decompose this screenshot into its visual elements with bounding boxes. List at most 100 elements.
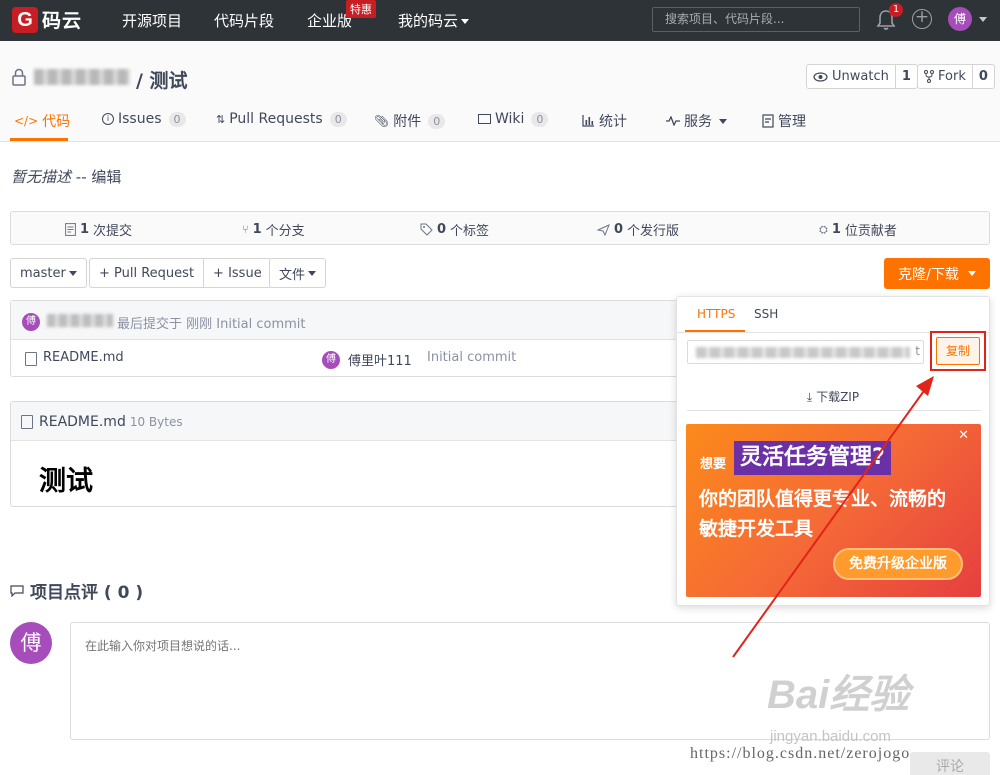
tab-services-label: 服务 [684,114,712,130]
create-plus-icon[interactable]: + [912,9,932,29]
contributors-icon: ⛭ [819,222,828,236]
tab-https[interactable]: HTTPS [697,307,735,321]
close-icon[interactable]: ✕ [958,428,969,443]
new-pull-request-button[interactable]: + Pull Request [90,259,203,287]
nav-snippets[interactable]: 代码片段 [214,10,274,31]
download-zip-link[interactable]: ⤓ 下载ZIP [677,388,989,405]
stat-commits[interactable]: 1 次提交 [65,220,132,239]
user-avatar[interactable]: 傅 [948,7,972,31]
nav-open-source[interactable]: 开源项目 [122,10,182,31]
commits-count: 1 [80,222,90,237]
stat-contributors[interactable]: ⛭ 1 位贡献者 [819,220,897,239]
download-icon: ⤓ [806,390,813,404]
tab-wiki-label: Wiki [495,111,525,127]
comment-icon [10,584,24,597]
commit-author-blurred[interactable] [47,314,113,327]
ad-headline: 灵活任务管理? [734,441,891,475]
active-tab-indicator [10,138,68,141]
stat-releases[interactable]: 0 个发行版 [597,220,679,239]
files-menu-button[interactable]: 文件 [269,258,327,288]
annotation-highlight-box [930,331,986,371]
tab-services[interactable]: 服务 [666,111,727,131]
nav-my-gitee[interactable]: 我的码云 [398,10,470,31]
repo-title[interactable]: / 测试 [136,66,188,93]
tab-wiki[interactable]: Wiki 0 [478,111,549,127]
top-navbar: G 码云 开源项目 代码片段 企业版 特惠 我的码云 搜索项目、代码片段... … [0,0,1000,41]
tab-attachments[interactable]: 📎︎ 附件 0 [374,111,446,131]
branch-select-label: master [20,265,66,281]
branch-icon: ⑂ [242,223,249,236]
readme-heading: 测试 [39,466,93,497]
watch-count[interactable]: 1 [894,65,917,88]
edit-description-link[interactable]: 编辑 [91,168,121,186]
clone-url-field[interactable]: t [687,340,924,364]
tab-pull-requests[interactable]: ⇅ Pull Requests 0 [216,111,347,127]
stat-branches[interactable]: ⑂ 1 个分支 [242,220,305,239]
tag-icon [420,223,433,236]
unwatch-button[interactable]: Unwatch 1 [806,64,918,89]
tags-label: 个标签 [450,224,490,239]
readme-header: README.md 10 Bytes [11,402,677,441]
unwatch-label: Unwatch [832,69,889,84]
stat-tags[interactable]: 0 个标签 [420,220,489,239]
commits-label: 次提交 [93,224,133,239]
description-separator: -- [71,168,92,186]
comments-title-text: 项目点评 ( 0 ) [30,583,144,603]
fork-button[interactable]: Fork 0 [917,64,995,89]
enterprise-ad-banner[interactable]: ✕ 想要 灵活任务管理? 你的团队值得更专业、流畅的 敏捷开发工具 免费升级企业… [686,424,981,597]
gitee-logo[interactable]: G 码云 [12,6,82,33]
settings-doc-icon [762,114,774,128]
last-commit-text[interactable]: 最后提交于 刚刚 Initial commit [117,313,306,332]
tab-attachments-label: 附件 [393,114,422,130]
file-icon [25,352,37,366]
new-issue-button[interactable]: + Issue [203,259,271,287]
tab-attachments-count: 0 [428,113,446,129]
download-zip-label: 下载ZIP [816,390,860,404]
releases-label: 个发行版 [627,224,680,239]
file-author[interactable]: 傅里叶111 [348,350,412,369]
contributors-label: 位贡献者 [844,224,897,239]
file-name-link[interactable]: README.md [43,350,124,365]
create-button-group: + Pull Request + Issue [89,258,272,288]
notification-count-badge: 1 [889,3,903,17]
tab-ssh[interactable]: SSH [754,307,778,321]
readme-filename: README.md [39,414,126,430]
file-commit-message[interactable]: Initial commit [427,350,516,365]
chevron-down-icon[interactable] [979,17,987,22]
clone-download-button[interactable]: 克隆/下载 [884,258,990,289]
tab-statistics[interactable]: 统计 [582,111,627,131]
tab-issues-label: Issues [118,111,162,127]
paperclip-icon: 📎︎ [374,114,390,128]
readme-panel: README.md 10 Bytes 测试 [10,401,678,507]
tab-issues-count: 0 [168,111,186,127]
ad-line-1: 你的团队值得更专业、流畅的 [699,488,947,510]
clone-dropdown: HTTPS SSH t 复制 ⤓ 下载ZIP ✕ 想要 灵活任务管理? 你的团队… [676,296,990,606]
chevron-down-icon [967,271,976,276]
logo-mark: G [12,6,38,33]
branch-select[interactable]: master [10,258,87,288]
repo-owner-blurred[interactable] [34,69,130,85]
tab-pull-requests-count: 0 [329,111,347,127]
fork-count[interactable]: 0 [971,65,994,88]
readme-title: README.md 10 Bytes [39,414,183,430]
search-input[interactable]: 搜索项目、代码片段... [652,7,860,32]
nav-my-gitee-label: 我的码云 [398,12,459,30]
issue-icon: i [102,113,114,125]
tab-manage[interactable]: 管理 [762,111,806,131]
readme-size: 10 Bytes [129,415,183,429]
clone-url-suffix: t [915,344,920,358]
baidu-watermark: Bai经验 [767,673,910,717]
file-author-avatar[interactable]: 傅 [322,351,340,369]
tab-code[interactable]: </> 代码 [14,111,70,131]
tab-issues[interactable]: i Issues 0 [102,111,186,127]
tab-code-label: 代码 [42,114,71,130]
tab-pull-requests-label: Pull Requests [229,111,323,127]
commit-author-avatar[interactable]: 傅 [22,313,40,331]
submit-comment-button[interactable]: 评论 [910,752,990,775]
chevron-down-icon [719,118,727,124]
code-icon: </> [14,114,39,128]
pull-request-icon: ⇅ [216,112,226,126]
chevron-down-icon [68,270,77,276]
file-row[interactable]: README.md 傅 傅里叶111 Initial commit [11,341,677,377]
upgrade-enterprise-button[interactable]: 免费升级企业版 [833,548,963,580]
